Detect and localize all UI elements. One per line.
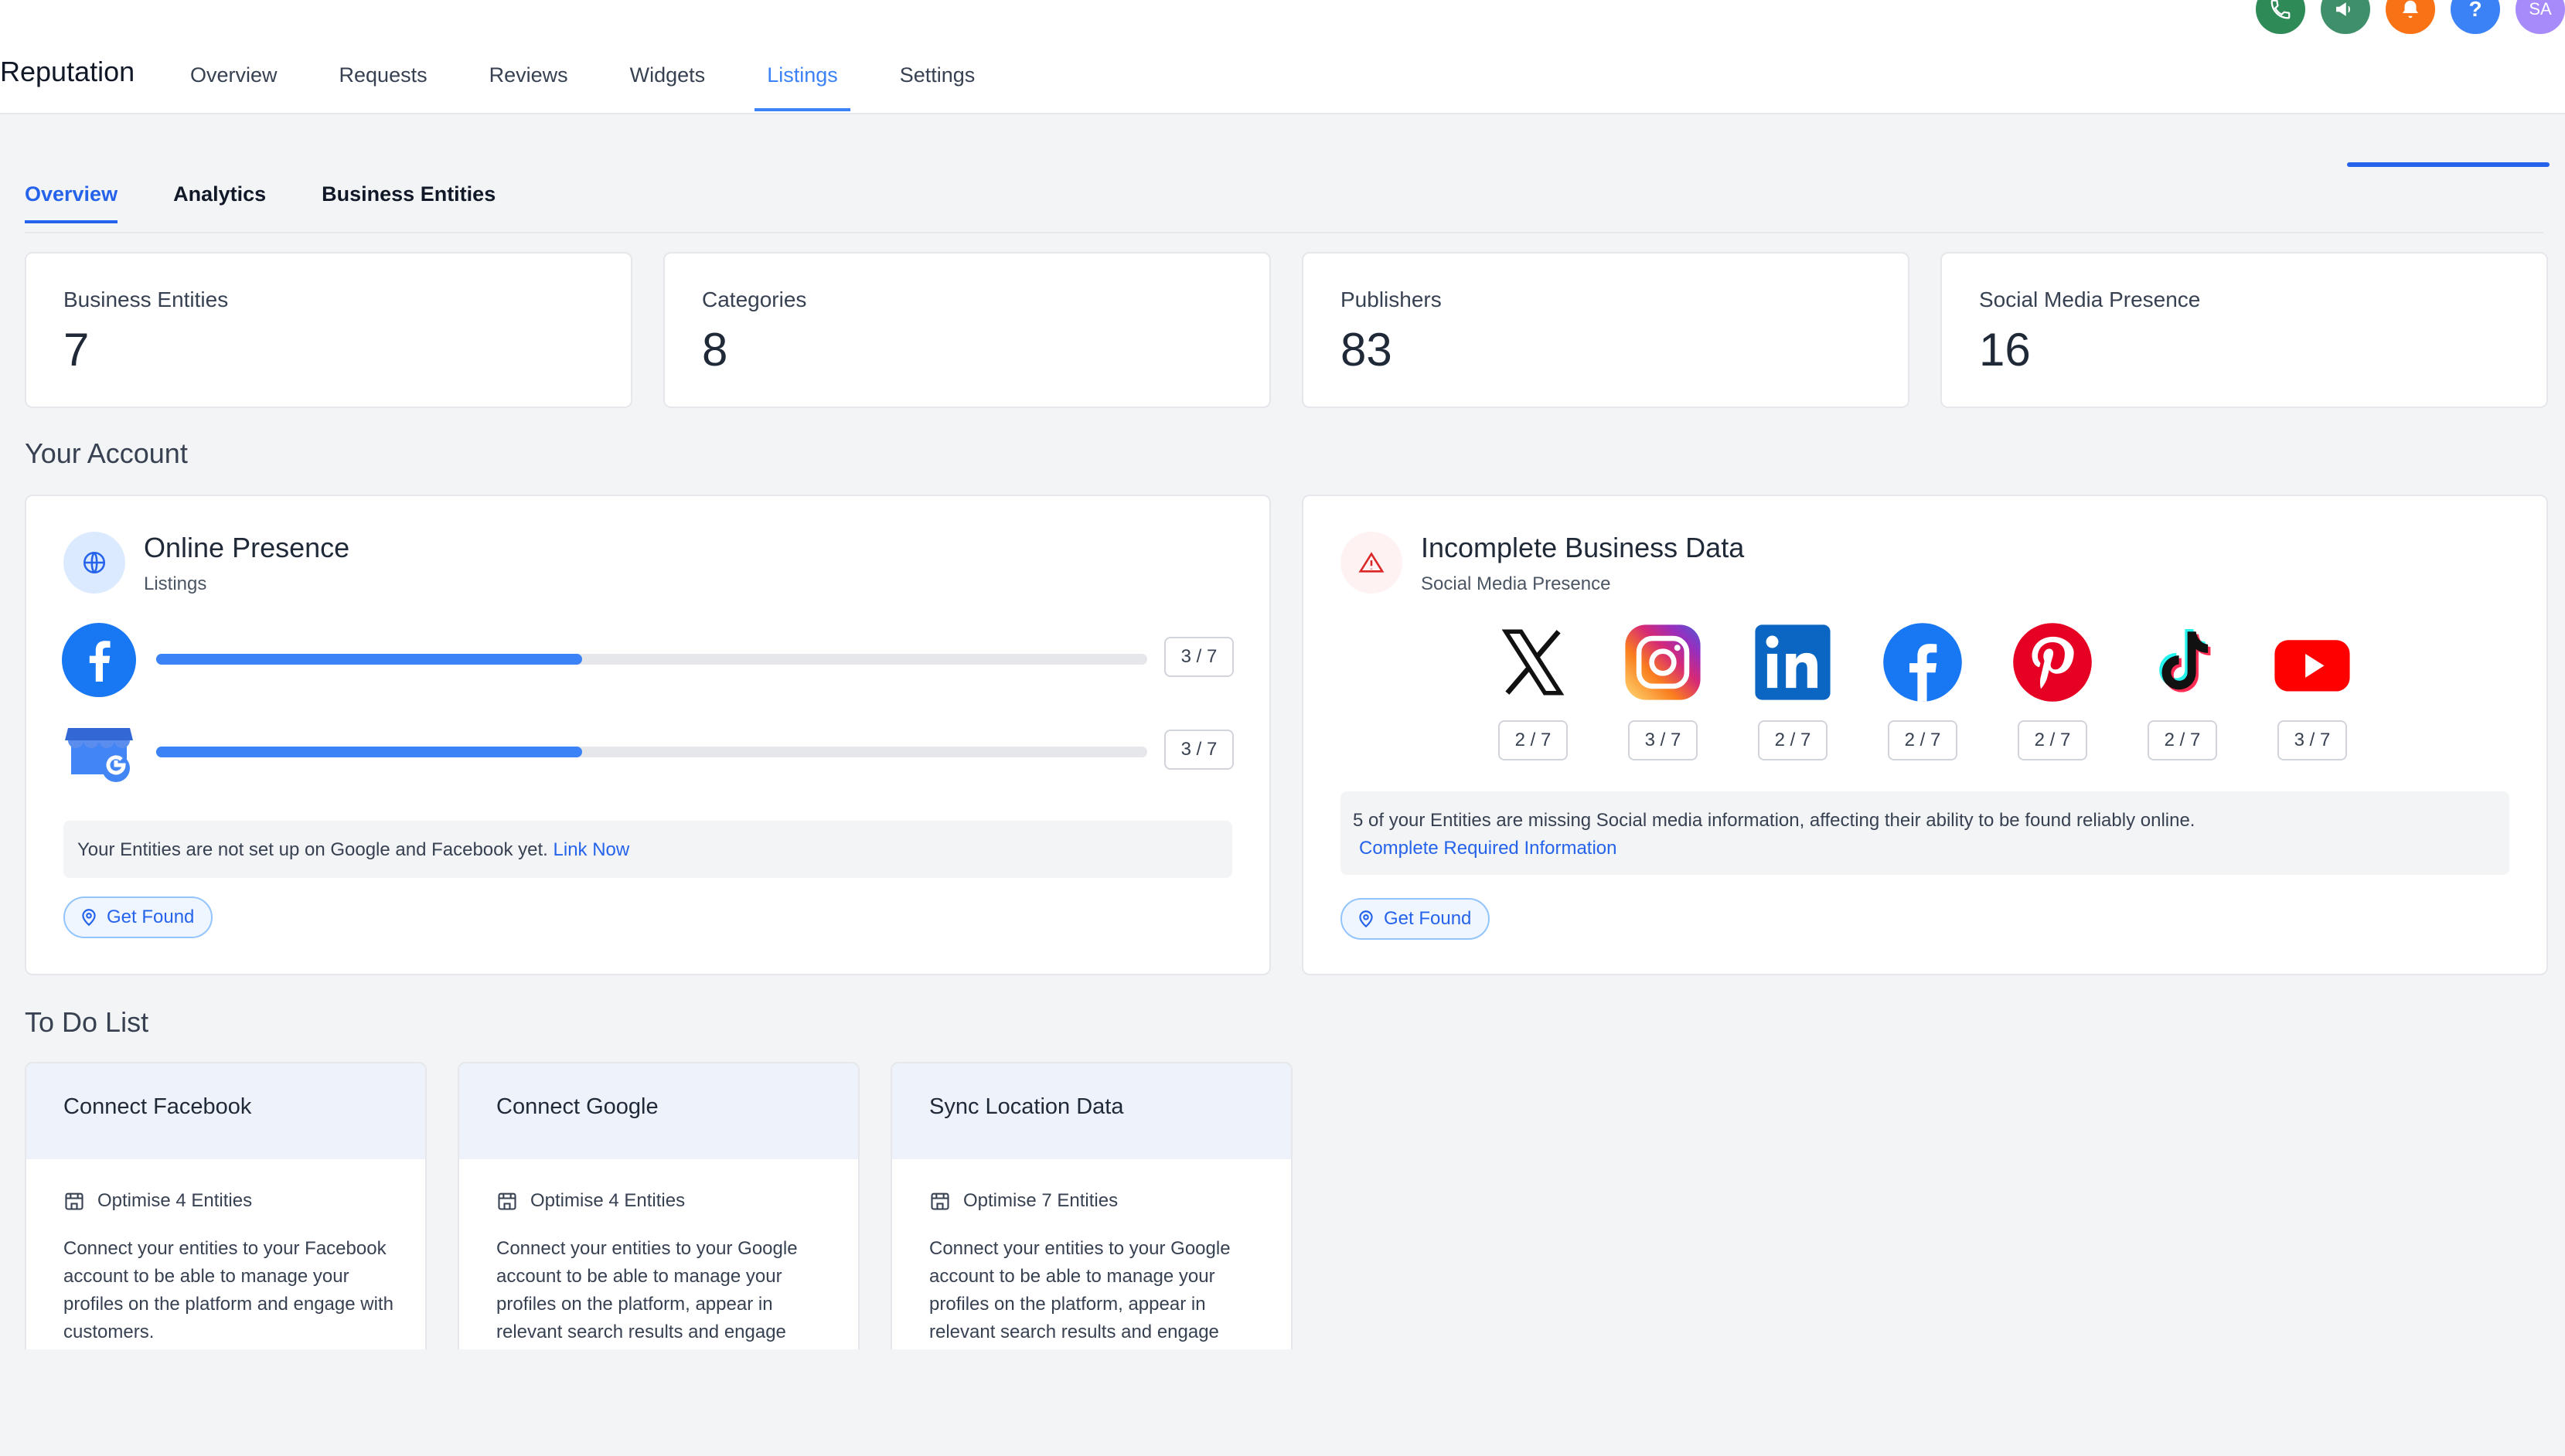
todo-meta: Optimise 7 Entities	[929, 1190, 1118, 1212]
stat-label: Publishers	[1340, 287, 1442, 311]
notice-text: 5 of your Entities are missing Social me…	[1353, 810, 2195, 831]
top-header: Reputation Overview Requests Reviews Wid…	[0, 0, 2565, 114]
todo-card-sync-location-data[interactable]: Sync Location Data Optimise 7 Entities C…	[891, 1062, 1293, 1349]
incomplete-data-subtitle: Social Media Presence	[1421, 573, 1611, 594]
x-icon	[1492, 621, 1574, 703]
todo-title: To Do List	[25, 1006, 149, 1038]
listings-subtabs: Overview Analytics Business Entities	[25, 182, 551, 223]
get-found-button[interactable]: Get Found	[1340, 898, 1490, 940]
tab-overview[interactable]: Overview	[25, 182, 118, 223]
stat-value: 7	[63, 324, 90, 376]
youtube-count-badge: 3 / 7	[2277, 720, 2347, 760]
location-pin-icon	[82, 909, 96, 927]
todo-description: Connect your entities to your Facebook a…	[63, 1238, 393, 1342]
online-presence-subtitle: Listings	[144, 573, 207, 594]
store-icon	[498, 1192, 516, 1210]
nav-reviews[interactable]: Reviews	[477, 53, 581, 111]
todo-meta-text: Optimise 7 Entities	[963, 1190, 1119, 1211]
stat-card-categories: Categories 8	[663, 252, 1271, 408]
stat-label: Business Entities	[63, 287, 229, 311]
todo-meta-text: Optimise 4 Entities	[97, 1190, 253, 1211]
bell-icon[interactable]	[2386, 0, 2435, 34]
avatar[interactable]: SA	[2516, 0, 2565, 34]
nav-widgets[interactable]: Widgets	[618, 53, 718, 111]
location-pin-icon	[1359, 910, 1373, 928]
stat-value: 16	[1979, 324, 2031, 376]
facebook-progress-bar	[156, 654, 1147, 665]
globe-icon	[63, 532, 125, 594]
stat-label: Categories	[702, 287, 807, 311]
linkedin-count-badge: 2 / 7	[1758, 720, 1828, 760]
main-nav: Overview Requests Reviews Widgets Listin…	[178, 53, 1024, 114]
google-count-badge: 3 / 7	[1164, 730, 1234, 770]
tab-analytics[interactable]: Analytics	[173, 182, 266, 223]
link-now-link[interactable]: Link Now	[554, 839, 630, 860]
stat-value: 83	[1340, 324, 1392, 376]
pinterest-count-badge: 2 / 7	[2018, 720, 2087, 760]
stat-label: Social Media Presence	[1979, 287, 2201, 311]
todo-meta: Optimise 4 Entities	[63, 1190, 252, 1212]
nav-requests[interactable]: Requests	[327, 53, 440, 111]
tab-business-entities[interactable]: Business Entities	[322, 182, 496, 223]
stat-value: 8	[702, 324, 728, 376]
online-presence-notice: Your Entities are not set up on Google a…	[63, 821, 1232, 878]
incomplete-data-title: Incomplete Business Data	[1421, 532, 1745, 563]
todo-card-title: Connect Google	[459, 1063, 858, 1159]
megaphone-icon[interactable]	[2321, 0, 2370, 34]
subtabs-divider	[25, 232, 2543, 233]
todo-meta-text: Optimise 4 Entities	[530, 1190, 686, 1211]
stat-card-publishers: Publishers 83	[1302, 252, 1909, 408]
google-business-icon	[62, 713, 136, 787]
nav-overview[interactable]: Overview	[178, 53, 290, 111]
online-presence-title: Online Presence	[144, 532, 350, 563]
store-icon	[931, 1192, 949, 1210]
online-presence-panel: Online Presence Listings 3 / 7 3 / 7 You…	[25, 495, 1271, 975]
nav-settings[interactable]: Settings	[887, 53, 988, 111]
nav-listings[interactable]: Listings	[755, 53, 850, 111]
facebook-count-badge: 2 / 7	[1888, 720, 1957, 760]
facebook-count-badge: 3 / 7	[1164, 637, 1234, 677]
todo-description: Connect your entities to your Google acc…	[496, 1238, 798, 1342]
get-found-label: Get Found	[1384, 908, 1472, 929]
scroll-indicator	[2347, 162, 2550, 167]
todo-description: Connect your entities to your Google acc…	[929, 1238, 1231, 1342]
linkedin-icon	[1752, 621, 1834, 703]
app-title: Reputation	[0, 56, 135, 87]
progress-fill	[156, 747, 583, 757]
stat-card-social-media-presence: Social Media Presence 16	[1940, 252, 2548, 408]
progress-fill	[156, 654, 583, 665]
incomplete-data-panel: Incomplete Business Data Social Media Pr…	[1302, 495, 2548, 975]
pinterest-icon	[2011, 621, 2093, 703]
store-icon	[65, 1192, 83, 1210]
phone-icon[interactable]	[2256, 0, 2305, 34]
todo-card-connect-facebook[interactable]: Connect Facebook Optimise 4 Entities Con…	[25, 1062, 427, 1349]
help-icon[interactable]: ?	[2451, 0, 2500, 34]
google-progress-bar	[156, 747, 1147, 757]
warning-icon	[1340, 532, 1402, 594]
facebook-icon	[1882, 621, 1964, 703]
complete-required-information-link[interactable]: Complete Required Information	[1353, 835, 2497, 862]
stat-card-business-entities: Business Entities 7	[25, 252, 632, 408]
your-account-title: Your Account	[25, 437, 188, 469]
instagram-icon	[1622, 621, 1704, 703]
youtube-icon	[2271, 621, 2353, 703]
get-found-button[interactable]: Get Found	[63, 896, 213, 938]
get-found-label: Get Found	[107, 907, 195, 927]
x-count-badge: 2 / 7	[1498, 720, 1568, 760]
todo-card-connect-google[interactable]: Connect Google Optimise 4 Entities Conne…	[458, 1062, 860, 1349]
tiktok-icon	[2141, 621, 2223, 703]
todo-card-title: Connect Facebook	[26, 1063, 425, 1159]
tiktok-count-badge: 2 / 7	[2148, 720, 2217, 760]
todo-card-title: Sync Location Data	[892, 1063, 1291, 1159]
instagram-count-badge: 3 / 7	[1628, 720, 1698, 760]
todo-meta: Optimise 4 Entities	[496, 1190, 685, 1212]
notice-text: Your Entities are not set up on Google a…	[77, 839, 548, 860]
incomplete-data-notice: 5 of your Entities are missing Social me…	[1340, 791, 2509, 875]
header-actions: ? SA	[2240, 0, 2565, 34]
facebook-icon	[62, 623, 136, 697]
